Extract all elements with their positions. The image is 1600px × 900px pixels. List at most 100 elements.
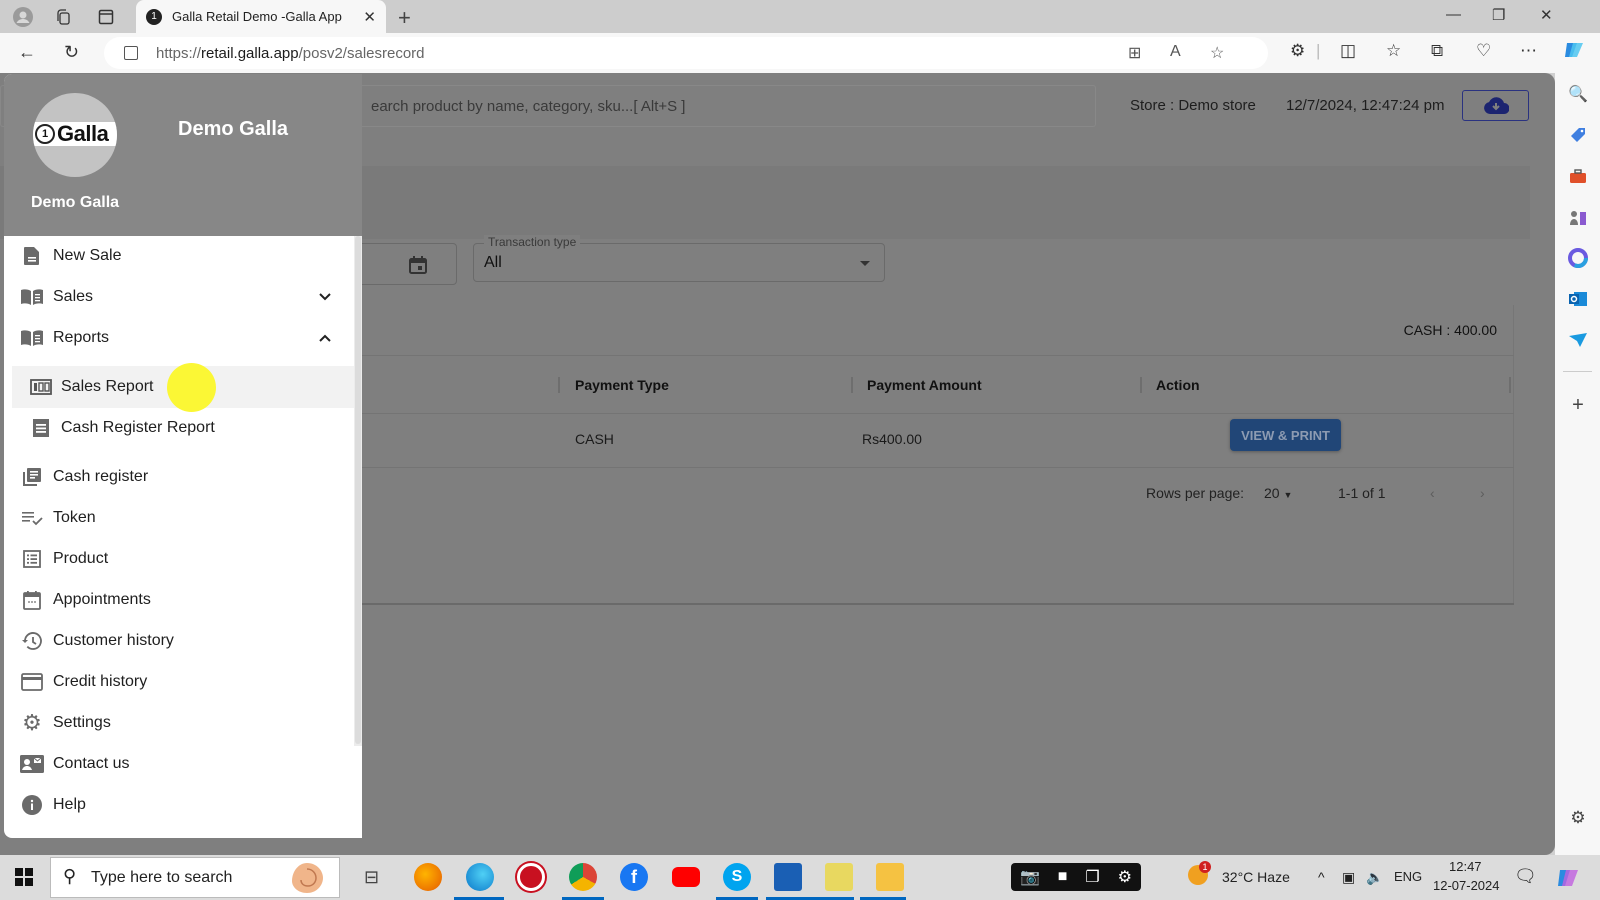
column-separator[interactable] [558, 377, 560, 393]
notifications-icon[interactable]: 🗨 [1514, 866, 1537, 887]
column-header-payment-type[interactable]: Payment Type [575, 377, 669, 393]
vertical-tabs-icon[interactable] [95, 6, 117, 28]
capture-toolbar: 📷 ■ ❐ ⚙ [1011, 863, 1141, 891]
scrollbar-thumb[interactable] [355, 236, 361, 744]
outlook-icon[interactable] [1567, 288, 1589, 310]
drawer-item-customer-history[interactable]: Customer history [4, 621, 354, 661]
new-tab-button[interactable]: + [398, 5, 411, 31]
facebook-icon[interactable]: f [620, 863, 648, 891]
drawer-item-new-sale[interactable]: New Sale [4, 236, 354, 276]
send-icon[interactable] [1567, 329, 1589, 351]
network-icon[interactable]: ▣ [1342, 869, 1355, 886]
extensions-icon[interactable]: ⚙ [1290, 41, 1305, 61]
drawer-item-token[interactable]: Token [4, 498, 354, 538]
view-print-button[interactable]: VIEW & PRINT [1230, 419, 1341, 451]
collections-icon[interactable]: ⧉ [1431, 41, 1443, 61]
read-aloud-icon[interactable]: A [1170, 43, 1181, 61]
chrome-icon[interactable] [569, 863, 597, 891]
browser-essentials-icon[interactable]: ♡ [1476, 41, 1491, 61]
chevron-up-icon[interactable] [318, 330, 332, 348]
history-icon [20, 629, 44, 653]
file-explorer-icon[interactable] [876, 863, 904, 891]
transaction-type-select[interactable]: Transaction type All [473, 235, 885, 282]
drawer-item-settings[interactable]: ⚙ Settings [4, 703, 354, 743]
drawer-item-contact-us[interactable]: Contact us [4, 744, 354, 784]
skype-icon[interactable]: S [723, 863, 751, 891]
drawer-item-product[interactable]: Product [4, 539, 354, 579]
copy-icon[interactable]: ❐ [1085, 867, 1099, 887]
capture-settings-icon[interactable]: ⚙ [1118, 867, 1132, 887]
split-screen-icon[interactable]: ◫ [1340, 41, 1356, 61]
drawer-item-label: Customer history [53, 632, 174, 649]
tools-icon[interactable] [1567, 165, 1589, 187]
cloud-download-button[interactable] [1462, 90, 1529, 121]
cloud-download-icon [1483, 96, 1509, 114]
clock-time[interactable]: 12:47 [1449, 859, 1482, 874]
microsoft-365-icon[interactable] [1567, 247, 1589, 269]
sidebar-settings-icon[interactable]: ⚙ [1567, 807, 1589, 829]
edge-icon[interactable] [466, 863, 494, 891]
address-bar[interactable]: https://retail.galla.app/posv2/salesreco… [104, 37, 1268, 69]
clock-date[interactable]: 12-07-2024 [1433, 878, 1500, 893]
copilot-icon[interactable] [1563, 39, 1585, 66]
rows-per-page-select[interactable]: 20 ▼ [1264, 485, 1292, 501]
more-options-icon[interactable]: ⋯ [1520, 41, 1537, 61]
close-window-button[interactable]: ✕ [1540, 6, 1553, 24]
browser-tab-active[interactable]: 1 Galla Retail Demo -Galla App ✕ [136, 0, 386, 33]
app-available-icon[interactable]: ⊞ [1128, 43, 1141, 63]
video-icon[interactable]: ■ [1058, 868, 1068, 886]
shopping-tag-icon[interactable] [1567, 124, 1589, 146]
profile-icon[interactable] [12, 6, 34, 28]
search-icon[interactable]: 🔍 [1567, 83, 1589, 105]
refresh-button[interactable]: ↻ [64, 42, 79, 63]
close-tab-icon[interactable]: ✕ [363, 8, 376, 26]
drawer-item-cash-register[interactable]: Cash register [4, 457, 354, 497]
show-hidden-icons[interactable]: ^ [1318, 869, 1325, 885]
drawer-item-appointments[interactable]: Appointments [4, 580, 354, 620]
back-button[interactable]: ← [18, 42, 36, 63]
minimize-button[interactable]: — [1446, 6, 1461, 23]
youtube-icon[interactable] [672, 867, 700, 887]
drawer-item-cash-register-report[interactable]: Cash Register Report [4, 408, 354, 448]
cell-payment-amount: Rs400.00 [862, 431, 922, 447]
column-header-action[interactable]: Action [1156, 377, 1200, 393]
favorites-icon[interactable]: ☆ [1386, 41, 1401, 61]
ms-store-icon[interactable] [774, 863, 802, 891]
restore-button[interactable]: ❐ [1492, 6, 1505, 24]
camera-icon[interactable]: 📷 [1020, 867, 1040, 887]
previous-page-button[interactable]: ‹ [1430, 485, 1435, 501]
drawer-item-reports[interactable]: Reports [4, 318, 354, 358]
chevron-down-icon[interactable] [318, 289, 332, 307]
dropdown-arrow-icon [860, 261, 870, 266]
column-separator[interactable] [1140, 377, 1142, 393]
add-icon[interactable]: + [1567, 394, 1589, 416]
firefox-icon[interactable] [414, 863, 442, 891]
drawer-item-label: Product [53, 550, 109, 567]
weather-text[interactable]: 32°C Haze [1222, 869, 1290, 885]
drawer-item-sales[interactable]: Sales [4, 277, 354, 317]
column-separator[interactable] [1509, 377, 1511, 393]
drawer-item-help[interactable]: Help [4, 785, 354, 825]
calendar-icon [20, 588, 44, 612]
column-header-payment-amount[interactable]: Payment Amount [867, 377, 982, 393]
drawer-item-credit-history[interactable]: Credit history [4, 662, 354, 702]
nautilus-shell-icon [289, 861, 325, 900]
recorder-icon[interactable] [517, 863, 545, 891]
drawer-scrollbar[interactable] [354, 236, 362, 746]
next-page-button[interactable]: › [1480, 485, 1485, 501]
taskbar-search-input[interactable]: ⚲ Type here to search [50, 857, 340, 898]
drawer-subtitle: Demo Galla [31, 194, 120, 211]
calendar-icon[interactable] [408, 255, 428, 280]
column-separator[interactable] [851, 377, 853, 393]
copilot-taskbar-icon[interactable] [1556, 866, 1580, 895]
windows-start-icon[interactable] [15, 868, 33, 891]
maps-app-icon[interactable] [825, 863, 853, 891]
counter-icon [29, 375, 53, 399]
games-icon[interactable] [1567, 206, 1589, 228]
language-indicator[interactable]: ENG [1394, 869, 1422, 884]
volume-icon[interactable]: 🔈 [1366, 869, 1383, 886]
library-books-icon [20, 465, 44, 489]
task-view-icon[interactable]: ⊟ [364, 867, 379, 888]
workspaces-icon[interactable] [52, 6, 74, 28]
favorite-star-icon[interactable]: ☆ [1210, 43, 1224, 63]
